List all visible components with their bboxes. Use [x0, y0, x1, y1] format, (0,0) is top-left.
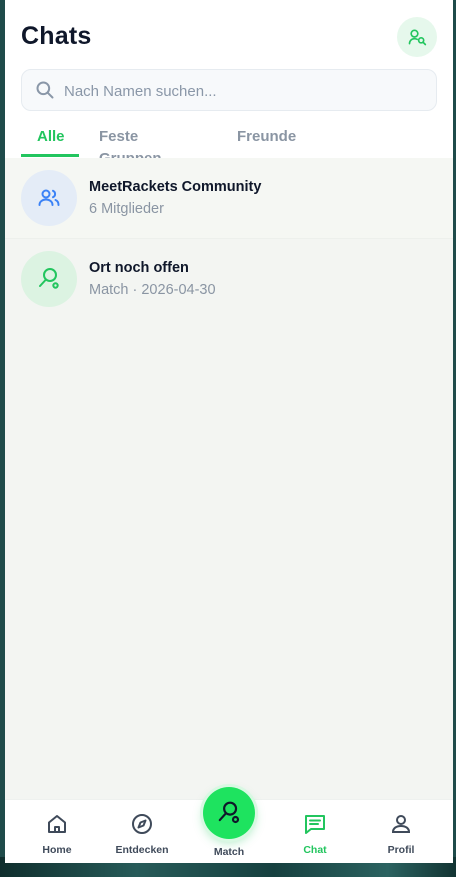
avatar: [21, 170, 77, 226]
active-tab-indicator: [21, 154, 79, 157]
chat-name: Ort noch offen: [89, 260, 189, 276]
compass-icon: [132, 814, 152, 834]
list-item[interactable]: Ort noch offen Match · 2026-04-30: [5, 239, 453, 319]
avatar: [21, 251, 77, 307]
racket-icon: [218, 801, 240, 824]
nav-label: Match: [213, 846, 245, 858]
nav-item-home[interactable]: Home: [17, 800, 97, 863]
tab-alle[interactable]: Alle: [37, 126, 65, 156]
search-input[interactable]: [62, 70, 426, 112]
nav-item-entdecken[interactable]: Entdecken: [102, 800, 182, 863]
nav-label: Home: [42, 844, 72, 856]
chat-name: MeetRackets Community: [89, 179, 262, 195]
list-item[interactable]: MeetRackets Community 6 Mitglieder: [5, 158, 453, 239]
nav-label: Chat: [303, 844, 327, 856]
chat-subtitle: 6 Mitglieder: [89, 201, 164, 217]
chats-header: Chats Alle Feste Gruppen Freunde: [5, 0, 453, 167]
page-title: Chats: [21, 22, 92, 50]
search-field[interactable]: [21, 69, 437, 112]
app-window: Chats Alle Feste Gruppen Freunde: [5, 0, 453, 863]
match-button[interactable]: [203, 787, 255, 839]
chat-subtitle: Match · 2026-04-30: [89, 282, 216, 298]
users-icon: [38, 189, 60, 206]
home-icon: [48, 815, 66, 833]
chat-list: MeetRackets Community 6 Mitglieder Ort n…: [5, 158, 453, 799]
find-users-button[interactable]: [397, 17, 437, 57]
nav-label: Profil: [387, 844, 415, 856]
racket-icon: [39, 268, 59, 289]
user-icon: [391, 815, 411, 833]
nav-label: Entdecken: [115, 844, 169, 856]
search-icon: [36, 81, 54, 99]
nav-item-profil[interactable]: Profil: [361, 800, 441, 863]
nav-item-chat[interactable]: Chat: [275, 800, 355, 863]
user-search-icon: [408, 29, 427, 46]
tab-feste-gruppen[interactable]: Feste Gruppen: [99, 126, 162, 167]
tab-freunde[interactable]: Freunde: [237, 126, 296, 156]
chat-icon: [305, 815, 325, 834]
